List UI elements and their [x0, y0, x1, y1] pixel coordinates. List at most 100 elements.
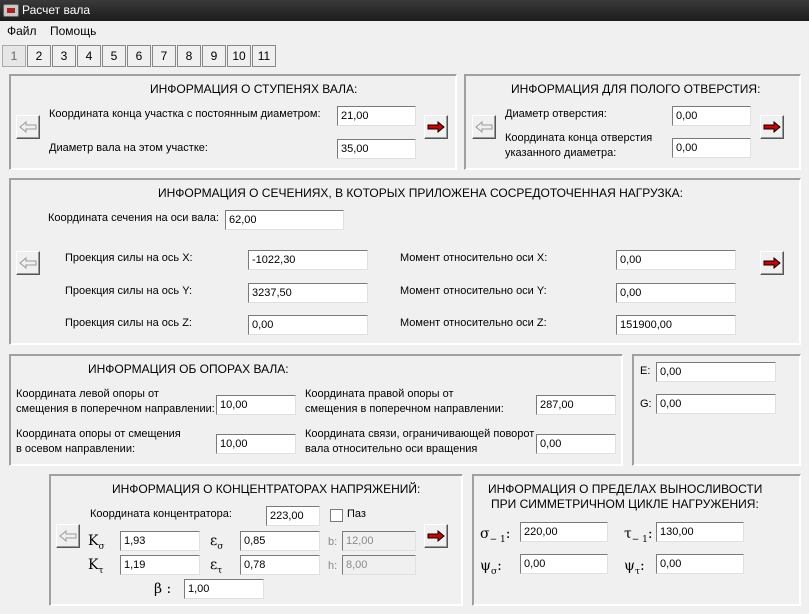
mx-label: Момент относительно оси X: — [400, 252, 548, 264]
left-support-label-2: смещения в поперечном направлении: — [16, 403, 215, 415]
e-modulus-field[interactable]: 0,00 — [656, 362, 776, 382]
steps-coord-field[interactable]: 21,00 — [337, 106, 416, 126]
h-field[interactable]: 8,00 — [342, 555, 416, 575]
right-arrow-icon — [427, 530, 445, 542]
tab-7[interactable]: 7 — [152, 45, 176, 67]
title-bar: Расчет вала — [0, 0, 809, 21]
hollow-diam-field[interactable]: 0,00 — [672, 106, 751, 126]
concentrators-next-button[interactable] — [424, 524, 448, 548]
rotation-link-label-1: Координата связи, ограничивающей поворот — [305, 428, 535, 440]
tab-strip: 1 2 3 4 5 6 7 8 9 10 11 — [0, 45, 809, 67]
sections-coord-label: Координата сечения на оси вала: — [48, 212, 219, 224]
hollow-prev-button[interactable] — [472, 115, 496, 139]
b-label: b: — [328, 536, 338, 548]
epsilon-tau-field[interactable]: 0,78 — [240, 555, 320, 575]
concentrator-coord-label: Координата концентратора: — [90, 508, 232, 520]
left-arrow-icon — [19, 257, 37, 269]
tab-8[interactable]: 8 — [177, 45, 201, 67]
rotation-link-label-2: вала относительно оси вращения — [305, 443, 478, 455]
epsilon-sigma-field[interactable]: 0,85 — [240, 531, 320, 551]
fy-field[interactable]: 3237,50 — [248, 283, 368, 303]
rotation-link-field[interactable]: 0,00 — [536, 434, 616, 454]
axial-support-field[interactable]: 10,00 — [216, 434, 296, 454]
right-support-label-1: Координата правой опоры от — [305, 388, 454, 400]
steps-diam-field[interactable]: 35,00 — [337, 139, 416, 159]
tab-10[interactable]: 10 — [227, 45, 251, 67]
steps-prev-button[interactable] — [16, 115, 40, 139]
fx-field[interactable]: -1022,30 — [248, 250, 368, 270]
k-sigma-symbol: Kσ — [88, 533, 105, 552]
menu-help[interactable]: Помощь — [50, 24, 96, 38]
tab-11[interactable]: 11 — [252, 45, 276, 67]
concentrators-prev-button[interactable] — [56, 524, 80, 548]
b-field[interactable]: 12,00 — [342, 531, 416, 551]
right-support-label-2: смещения в поперечном направлении: — [305, 403, 504, 415]
right-support-field[interactable]: 287,00 — [536, 395, 616, 415]
endurance-title-2: ПРИ СИММЕТРИЧНОМ ЦИКЛЕ НАГРУЖЕНИЯ: — [491, 497, 759, 511]
sections-next-button[interactable] — [760, 251, 784, 275]
concentrator-coord-field[interactable]: 223,00 — [266, 506, 320, 526]
tab-2[interactable]: 2 — [27, 45, 51, 67]
sections-coord-field[interactable]: 62,00 — [225, 210, 344, 230]
epsilon-sigma-symbol: εσ — [210, 533, 224, 552]
hollow-coord-field[interactable]: 0,00 — [672, 138, 751, 158]
right-arrow-icon — [427, 121, 445, 133]
mz-field[interactable]: 151900,00 — [616, 315, 736, 335]
right-arrow-icon — [763, 121, 781, 133]
beta-field[interactable]: 1,00 — [184, 579, 264, 599]
groove-checkbox[interactable] — [330, 509, 343, 522]
hollow-coord-label-1: Координата конца отверстия — [505, 132, 653, 144]
left-arrow-icon — [19, 121, 37, 133]
h-label: h: — [328, 560, 338, 572]
fx-label: Проекция силы на ось X: — [65, 252, 193, 264]
tau-minus-one-symbol: τ− 1: — [624, 526, 653, 545]
left-arrow-icon — [59, 530, 77, 542]
psi-tau-field[interactable]: 0,00 — [656, 554, 744, 574]
left-support-field[interactable]: 10,00 — [216, 395, 296, 415]
window-title: Расчет вала — [22, 3, 91, 17]
hollow-next-button[interactable] — [760, 115, 784, 139]
steps-title: ИНФОРМАЦИЯ О СТУПЕНЯХ ВАЛА: — [150, 82, 358, 96]
right-arrow-icon — [763, 257, 781, 269]
my-field[interactable]: 0,00 — [616, 283, 736, 303]
axial-support-label-2: в осевом направлении: — [16, 443, 136, 455]
tab-6[interactable]: 6 — [127, 45, 151, 67]
concentrators-title: ИНФОРМАЦИЯ О КОНЦЕНТРАТОРАХ НАПРЯЖЕНИЙ: — [112, 482, 421, 496]
e-modulus-label: E: — [640, 365, 651, 377]
axial-support-label-1: Координата опоры от смещения — [16, 428, 181, 440]
fz-field[interactable]: 0,00 — [248, 315, 368, 335]
beta-symbol: β : — [154, 581, 172, 597]
supports-title: ИНФОРМАЦИЯ ОБ ОПОРАХ ВАЛА: — [88, 362, 289, 376]
k-sigma-field[interactable]: 1,93 — [120, 531, 200, 551]
fy-label: Проекция силы на ось Y: — [65, 285, 192, 297]
app-icon — [3, 4, 19, 17]
sigma-minus-one-field[interactable]: 220,00 — [520, 522, 608, 542]
endurance-title-1: ИНФОРМАЦИЯ О ПРЕДЕЛАХ ВЫНОСЛИВОСТИ — [488, 482, 763, 496]
my-label: Момент относительно оси Y: — [400, 285, 547, 297]
hollow-coord-label-2: указанного диаметра: — [505, 147, 617, 159]
steps-next-button[interactable] — [424, 115, 448, 139]
menu-bar: Файл Помощь — [0, 21, 809, 41]
left-arrow-icon — [475, 121, 493, 133]
psi-sigma-symbol: ψσ: — [480, 558, 502, 577]
mx-field[interactable]: 0,00 — [616, 250, 736, 270]
mz-label: Момент относительно оси Z: — [400, 317, 547, 329]
g-modulus-field[interactable]: 0,00 — [656, 394, 776, 414]
tab-1[interactable]: 1 — [2, 45, 26, 67]
tau-minus-one-field[interactable]: 130,00 — [656, 522, 744, 542]
fz-label: Проекция силы на ось Z: — [65, 317, 192, 329]
tab-3[interactable]: 3 — [52, 45, 76, 67]
tab-5[interactable]: 5 — [102, 45, 126, 67]
k-tau-field[interactable]: 1,19 — [120, 555, 200, 575]
tab-4[interactable]: 4 — [77, 45, 101, 67]
menu-file[interactable]: Файл — [7, 24, 37, 38]
psi-sigma-field[interactable]: 0,00 — [520, 554, 608, 574]
groove-label: Паз — [347, 508, 366, 520]
k-tau-symbol: Kτ — [88, 557, 104, 576]
epsilon-tau-symbol: ετ — [210, 557, 223, 576]
sections-title: ИНФОРМАЦИЯ О СЕЧЕНИЯХ, В КОТОРЫХ ПРИЛОЖЕ… — [158, 186, 683, 200]
hollow-diam-label: Диаметр отверстия: — [505, 108, 607, 120]
tab-9[interactable]: 9 — [202, 45, 226, 67]
hollow-title: ИНФОРМАЦИЯ ДЛЯ ПОЛОГО ОТВЕРСТИЯ: — [511, 82, 761, 96]
sections-prev-button[interactable] — [16, 251, 40, 275]
